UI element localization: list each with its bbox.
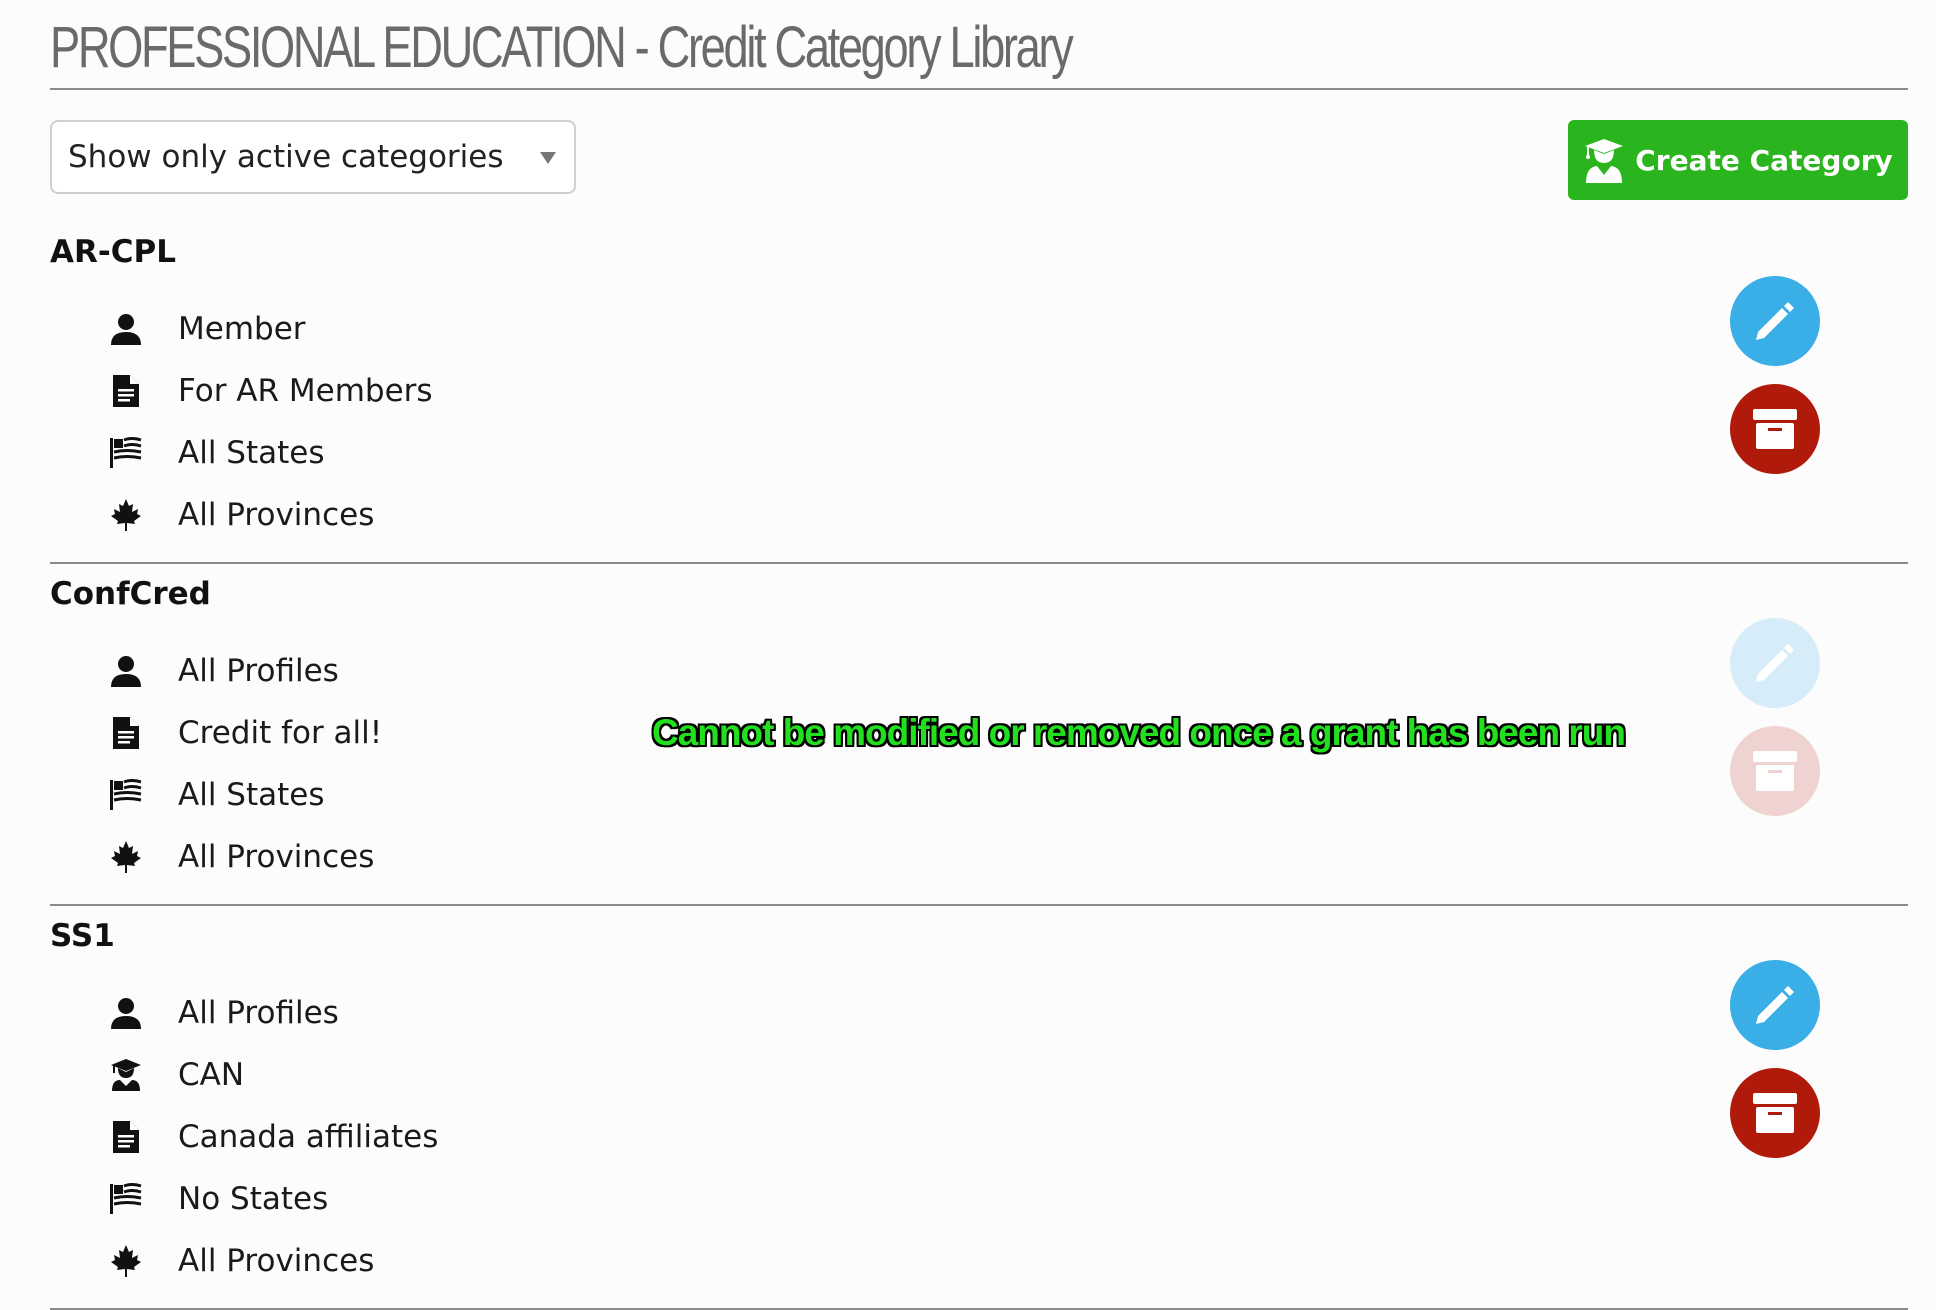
category-item: All Provinces [108,490,374,540]
graduate-user-icon [1585,139,1624,183]
category-item: No States [108,1174,328,1224]
filter-selected-value: Show only active categories [68,139,504,175]
locked-notice-annotation: Cannot be modified or removed once a gra… [652,712,1626,753]
category-item: Member [108,304,306,354]
item-label: Canada affiliates [178,1119,439,1155]
user-icon [108,995,144,1031]
pencil-icon [1756,302,1794,340]
category-divider [50,904,1908,906]
category-item: All Profiles [108,646,339,696]
archive-button-disabled [1730,726,1820,816]
document-icon [108,373,144,409]
flag-icon [108,777,144,813]
page-title: PROFESSIONAL EDUCATION - Credit Category… [50,15,1074,80]
item-label: CAN [178,1057,245,1093]
category-item: Canada affiliates [108,1112,438,1162]
item-label: All Provinces [178,1243,375,1279]
archive-icon [1753,751,1797,791]
edit-button-disabled [1730,618,1820,708]
category-name: SS1 [50,918,115,954]
maple-leaf-icon [108,839,144,875]
item-label: Member [178,311,306,347]
item-label: All Profiles [178,995,339,1031]
category-item: All States [108,428,325,478]
category-name: ConfCred [50,576,211,612]
pencil-icon [1756,644,1794,682]
archive-button[interactable] [1730,1068,1820,1158]
archive-button[interactable] [1730,384,1820,474]
item-label: All Profiles [178,653,339,689]
category-item: All Provinces [108,1236,374,1286]
edit-button[interactable] [1730,960,1820,1050]
flag-icon [108,435,144,471]
create-category-label: Create Category [1635,143,1893,177]
item-label: All Provinces [178,497,375,533]
flag-icon [108,1181,144,1217]
document-icon [108,715,144,751]
title-divider [50,88,1908,90]
archive-icon [1753,1093,1797,1133]
category-item: All States [108,770,325,820]
category-item: All Provinces [108,832,374,882]
item-label: Credit for all! [178,715,383,751]
item-label: For AR Members [178,373,433,409]
create-category-button[interactable]: Create Category [1568,120,1908,200]
document-icon [108,1119,144,1155]
item-label: No States [178,1181,329,1217]
maple-leaf-icon [108,497,144,533]
category-filter-select[interactable]: Show only active categories [50,120,576,194]
item-label: All States [178,435,325,471]
category-item: For AR Members [108,366,433,416]
category-item: CAN [108,1050,244,1100]
item-label: All States [178,777,325,813]
category-divider [50,562,1908,564]
edit-button[interactable] [1730,276,1820,366]
archive-icon [1753,409,1797,449]
user-icon [108,653,144,689]
page: PROFESSIONAL EDUCATION - Credit Category… [50,0,1908,1310]
maple-leaf-icon [108,1243,144,1279]
graduate-icon [108,1057,144,1093]
pencil-icon [1756,986,1794,1024]
user-icon [108,311,144,347]
category-item: All Profiles [108,988,339,1038]
item-label: All Provinces [178,839,375,875]
category-name: AR-CPL [50,234,176,270]
category-item: Credit for all! [108,708,382,758]
dropdown-arrow-icon [540,152,556,164]
